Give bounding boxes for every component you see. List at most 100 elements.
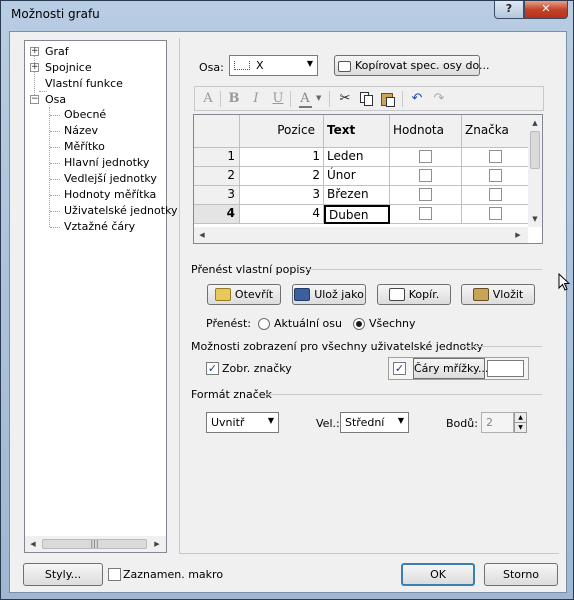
tree-item-hodnoty-meritka[interactable]: Hodnoty měřítka [64,188,156,201]
cell-text[interactable]: Únor [324,167,390,186]
hodnota-checkbox[interactable] [419,169,432,182]
current-axis-radio[interactable] [258,318,270,330]
hodnota-checkbox[interactable] [419,207,432,220]
marks-section-title: Formát značek [191,388,272,401]
tree-connector [49,107,50,227]
paste-icon [472,288,489,301]
tree-horizontal-scrollbar[interactable]: ◀ ||| ▶ [25,536,166,552]
tree-item-vedlejsi-jednotky[interactable]: Vedlejší jednotky [64,172,157,185]
znacka-checkbox[interactable] [489,169,502,182]
scroll-right-icon[interactable]: ▶ [149,536,165,552]
spin-down-icon[interactable]: ▼ [515,423,526,432]
tree-item-uzivatelske-jednotky[interactable]: Uživatelské jednotky [64,204,178,217]
paste-icon[interactable] [379,90,397,108]
undo-icon[interactable]: ↶ [408,90,426,108]
show-marks-checkbox[interactable]: ✓ [206,362,219,375]
chevron-down-icon: ▼ [306,59,313,68]
hodnota-checkbox[interactable] [419,188,432,201]
znacka-checkbox[interactable] [489,188,502,201]
tree-item-vztazne-cary[interactable]: Vztažné čáry [64,220,135,233]
redo-icon[interactable]: ↷ [430,90,448,108]
tree-item-hlavni-jednotky[interactable]: Hlavní jednotky [64,156,149,169]
open-button[interactable]: Otevřít [207,284,281,305]
cell-pozice[interactable]: 3 [240,186,324,205]
hodnota-checkbox[interactable] [419,150,432,163]
record-macro-checkbox[interactable] [108,568,121,581]
axis-select[interactable]: X ▼ [229,55,318,76]
scroll-left-icon[interactable]: ◀ [25,536,41,552]
cell-text-active[interactable]: Duben [324,205,390,224]
grid-vertical-scrollbar[interactable]: ▲ ▼ [528,115,542,227]
row-header-active[interactable]: 4 [194,205,240,224]
collapse-icon[interactable]: − [30,95,39,104]
points-spinner[interactable]: ▲ ▼ [514,412,527,433]
spin-up-icon[interactable]: ▲ [515,413,526,423]
cancel-button[interactable]: Storno [484,563,558,586]
copy-button[interactable]: Kopír. [377,284,451,305]
expand-icon[interactable]: + [30,63,39,72]
all-radio[interactable] [353,318,365,330]
styles-button[interactable]: Styly... [23,563,103,586]
znacka-checkbox[interactable] [489,207,502,220]
axis-icon [234,61,250,70]
column-header-pozice[interactable]: Pozice [240,115,324,148]
column-header-hodnota[interactable]: Hodnota [390,115,462,148]
tree-item-vlastni-funkce[interactable]: Vlastní funkce [45,77,123,90]
copy-axis-icon [338,61,351,72]
italic-icon[interactable]: I [247,90,265,108]
znacka-checkbox[interactable] [489,150,502,163]
bold-icon[interactable]: B [225,90,243,108]
copy-icon[interactable] [357,90,375,108]
expand-icon[interactable]: + [30,47,39,56]
grid-lines-button[interactable]: Čáry mřížky... [413,358,488,379]
scroll-right-icon[interactable]: ▶ [510,227,526,243]
grid-horizontal-scrollbar[interactable]: ◀ ▶ [194,227,528,243]
title-bar[interactable]: Možnosti grafu ? ✕ [1,1,573,31]
scrollbar-thumb[interactable] [530,131,540,169]
cell-pozice[interactable]: 2 [240,167,324,186]
cell-znacka [462,167,530,186]
row-header[interactable]: 1 [194,148,240,167]
all-label[interactable]: Všechny [369,317,416,330]
cut-icon[interactable]: ✂ [336,90,354,108]
scrollbar-thumb[interactable]: ||| [42,539,147,549]
record-macro-label[interactable]: Zaznamen. makro [123,568,223,581]
scroll-up-icon[interactable]: ▲ [528,115,542,131]
close-button[interactable]: ✕ [524,1,568,19]
current-axis-label[interactable]: Aktuální osu [274,317,342,330]
cell-text[interactable]: Březen [324,186,390,205]
cell-znacka [462,148,530,167]
size-select[interactable]: Střední ▼ [340,412,409,433]
row-header[interactable]: 3 [194,186,240,205]
cell-text[interactable]: Leden [324,148,390,167]
tree-item-spojnice[interactable]: Spojnice [45,61,92,74]
underline-icon[interactable]: U [269,90,287,108]
mark-position-select[interactable]: Uvnitř ▼ [206,412,279,433]
cell-pozice[interactable]: 1 [240,148,324,167]
transfer-label: Přenést: [206,317,251,330]
cell-hodnota [390,167,462,186]
tree-item-graf[interactable]: Graf [45,45,69,58]
tree-item-osa[interactable]: Osa [45,93,66,106]
size-value: Střední [345,416,385,429]
row-header[interactable]: 2 [194,167,240,186]
points-input[interactable]: 2 [481,412,514,433]
scroll-down-icon[interactable]: ▼ [528,211,542,227]
font-color-dropdown-icon[interactable]: ▼ [316,94,321,102]
tree-item-nazev[interactable]: Název [64,124,98,137]
paste-button[interactable]: Vložit [461,284,535,305]
column-header-znacka[interactable]: Značka [462,115,530,148]
show-marks-label[interactable]: Zobr. značky [222,362,292,375]
help-button[interactable]: ? [494,1,524,19]
grid-lines-color-swatch[interactable] [487,360,524,377]
scroll-left-icon[interactable]: ◀ [194,227,210,243]
ok-button[interactable]: OK [401,563,475,586]
tree-item-obecne[interactable]: Obecné [64,108,106,121]
copy-axis-spec-button[interactable]: Kopírovat spec. osy do... [334,55,490,76]
grid-lines-checkbox[interactable]: ✓ [393,362,406,375]
save-as-button[interactable]: Ulož jako [292,284,366,305]
tree-item-meritko[interactable]: Měřítko [64,140,105,153]
cell-pozice[interactable]: 4 [240,205,324,224]
column-header-text[interactable]: Text [324,115,390,148]
font-icon[interactable]: A [199,90,217,108]
